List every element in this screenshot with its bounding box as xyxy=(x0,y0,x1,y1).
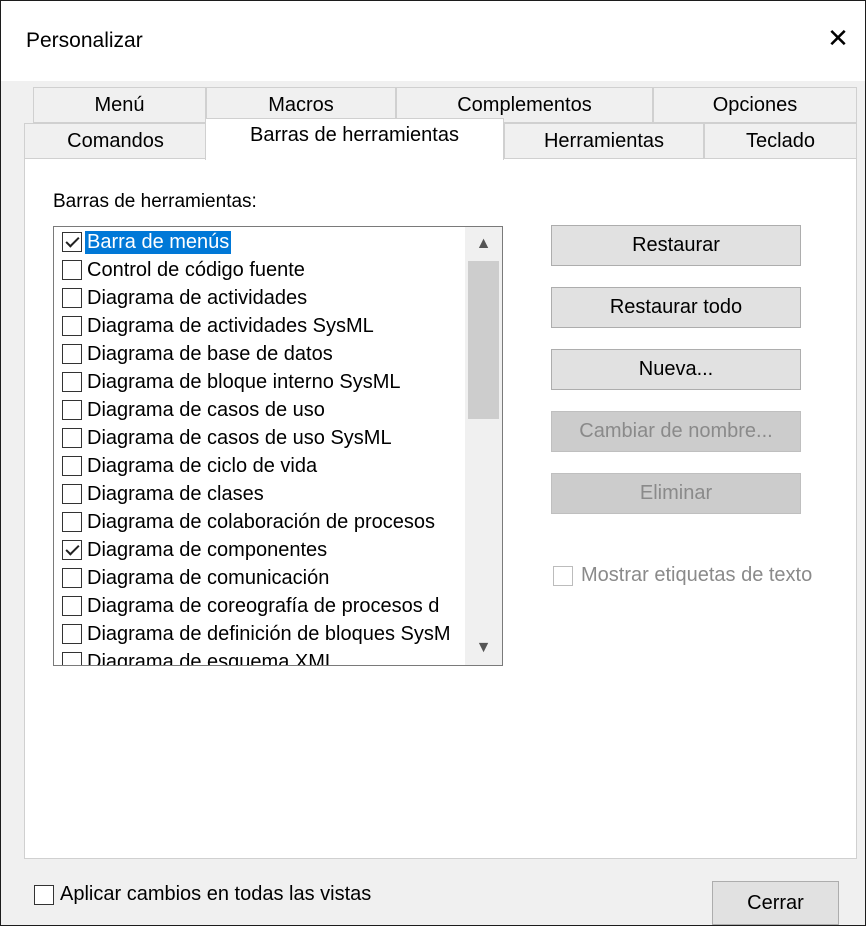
tab-label: Menú xyxy=(94,93,145,116)
toolbar-list-item[interactable]: Diagrama de actividades SysML xyxy=(62,312,376,340)
toolbar-checkbox[interactable] xyxy=(62,260,82,280)
tab-teclado[interactable]: Teclado xyxy=(704,123,857,159)
scroll-up-icon[interactable]: ▲ xyxy=(465,227,502,261)
toolbar-label: Diagrama de ciclo de vida xyxy=(87,454,318,477)
toolbar-label: Diagrama de casos de uso SysML xyxy=(87,426,392,449)
toolbar-checkbox[interactable] xyxy=(62,344,82,364)
tab-label: Complementos xyxy=(457,93,592,116)
toolbar-checkbox[interactable] xyxy=(62,568,82,588)
rename-button[interactable]: Cambiar de nombre... xyxy=(551,411,801,452)
toolbar-list-item[interactable]: Diagrama de comunicación xyxy=(62,564,331,592)
toolbar-list-item[interactable]: Diagrama de bloque interno SysML xyxy=(62,368,403,396)
toolbar-checkbox[interactable] xyxy=(62,512,82,532)
toolbar-list-item[interactable]: Diagrama de actividades xyxy=(62,284,309,312)
window-title: Personalizar xyxy=(26,29,143,52)
tab-barras-de-herramientas[interactable]: Barras de herramientas xyxy=(205,118,504,160)
show-text-labels-label: Mostrar etiquetas de texto xyxy=(581,564,813,586)
tab-label: Barras de herramientas xyxy=(250,124,459,146)
toolbar-checkbox[interactable] xyxy=(62,484,82,504)
tab-label: Herramientas xyxy=(543,129,665,152)
toolbar-label: Diagrama de base de datos xyxy=(87,342,333,365)
toolbar-label: Diagrama de comunicación xyxy=(87,566,330,589)
show-text-labels-option[interactable]: Mostrar etiquetas de texto xyxy=(553,564,812,587)
toolbar-label: Diagrama de coreografía de procesos d xyxy=(87,594,440,617)
show-text-labels-checkbox[interactable] xyxy=(553,565,573,586)
toolbar-list-item[interactable]: Diagrama de casos de uso xyxy=(62,396,327,424)
title-bar: Personalizar ✕ xyxy=(1,1,865,81)
toolbars-group-label: Barras de herramientas: xyxy=(53,191,257,212)
toolbar-list-item[interactable]: Diagrama de base de datos xyxy=(62,340,335,368)
tab-menu[interactable]: Menú xyxy=(33,87,206,123)
tab-label: Macros xyxy=(268,93,334,116)
toolbar-list-item[interactable]: Diagrama de definición de bloques SysM xyxy=(62,620,453,648)
toolbar-label: Diagrama de componentes xyxy=(87,538,328,561)
tab-label: Opciones xyxy=(712,93,798,116)
listbox-scrollbar[interactable]: ▲ ▼ xyxy=(465,227,502,665)
apply-all-views-label: Aplicar cambios en todas las vistas xyxy=(60,883,372,905)
toolbar-label: Diagrama de actividades SysML xyxy=(87,314,374,337)
close-button[interactable]: Cerrar xyxy=(712,881,839,925)
scrollbar-thumb[interactable] xyxy=(468,261,499,419)
customize-dialog: Personalizar ✕ Menú Macros Complementos … xyxy=(0,0,866,926)
toolbar-label: Diagrama de casos de uso xyxy=(87,398,325,421)
toolbar-checkbox[interactable] xyxy=(62,596,82,616)
toolbar-label: Diagrama de clases xyxy=(87,482,264,505)
toolbars-listbox[interactable]: Barra de menús Control de código fuente Di… xyxy=(53,226,503,666)
toolbar-list-item[interactable]: Diagrama de ciclo de vida xyxy=(62,452,319,480)
toolbar-list-item[interactable]: Diagrama de casos de uso SysML xyxy=(62,424,394,452)
tab-herramientas[interactable]: Herramientas xyxy=(504,123,704,159)
toolbar-checkbox[interactable] xyxy=(62,400,82,420)
new-button[interactable]: Nueva... xyxy=(551,349,801,390)
toolbar-checkbox[interactable] xyxy=(62,316,82,336)
delete-button[interactable]: Eliminar xyxy=(551,473,801,514)
tab-label: Comandos xyxy=(67,129,164,152)
toolbar-checkbox[interactable] xyxy=(62,372,82,392)
toolbar-list-item[interactable]: Diagrama de clases xyxy=(62,480,266,508)
tab-opciones[interactable]: Opciones xyxy=(653,87,857,123)
toolbar-label: Diagrama de definición de bloques SysM xyxy=(87,622,451,645)
toolbar-list-item[interactable]: Control de código fuente xyxy=(62,256,307,284)
toolbar-checkbox[interactable] xyxy=(62,232,82,252)
toolbar-checkbox[interactable] xyxy=(62,624,82,644)
toolbar-list-item[interactable]: Barra de menús xyxy=(62,228,232,256)
toolbar-checkbox[interactable] xyxy=(62,540,82,560)
restore-button[interactable]: Restaurar xyxy=(551,225,801,266)
toolbar-label: Diagrama de esquema XML xyxy=(87,650,337,666)
toolbar-list-item[interactable]: Diagrama de colaboración de procesos xyxy=(62,508,437,536)
toolbar-label: Control de código fuente xyxy=(87,258,305,281)
toolbar-list-item[interactable]: Diagrama de coreografía de procesos d xyxy=(62,592,441,620)
tab-comandos[interactable]: Comandos xyxy=(24,123,207,159)
restore-all-button[interactable]: Restaurar todo xyxy=(551,287,801,328)
apply-all-views-checkbox[interactable] xyxy=(34,884,54,905)
toolbar-label: Barra de menús xyxy=(85,230,232,254)
toolbar-list-item[interactable]: Diagrama de componentes xyxy=(62,536,329,564)
toolbar-checkbox[interactable] xyxy=(62,428,82,448)
toolbar-checkbox[interactable] xyxy=(62,456,82,476)
toolbar-list-item[interactable]: Diagrama de esquema XML xyxy=(62,648,338,666)
toolbar-label: Diagrama de actividades xyxy=(87,286,308,309)
toolbar-checkbox[interactable] xyxy=(62,652,82,665)
toolbar-label: Diagrama de bloque interno SysML xyxy=(87,370,401,393)
toolbar-label: Diagrama de colaboración de procesos xyxy=(87,510,435,533)
tab-label: Teclado xyxy=(746,129,815,152)
apply-all-views-option[interactable]: Aplicar cambios en todas las vistas xyxy=(34,883,371,906)
toolbar-checkbox[interactable] xyxy=(62,288,82,308)
scroll-down-icon[interactable]: ▼ xyxy=(465,631,502,665)
close-icon[interactable]: ✕ xyxy=(821,21,855,55)
